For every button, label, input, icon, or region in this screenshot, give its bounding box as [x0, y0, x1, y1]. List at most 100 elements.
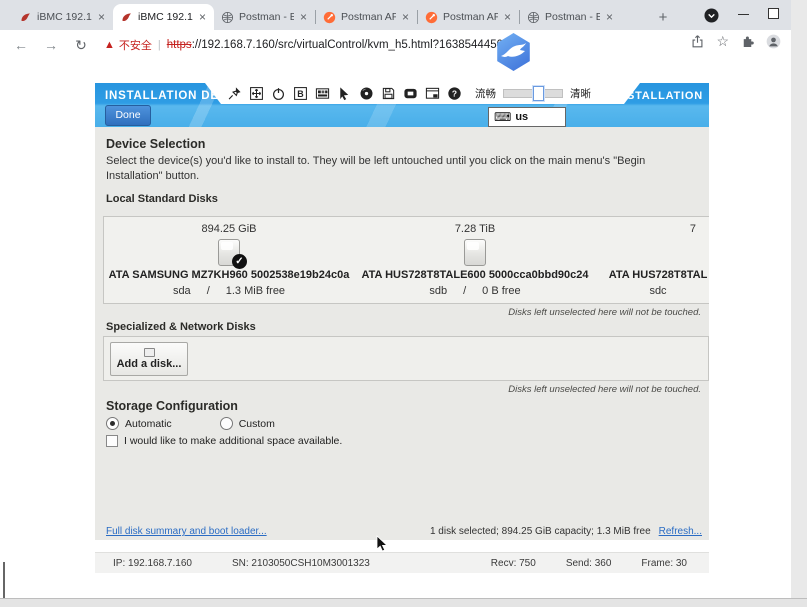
postman-icon: [425, 11, 438, 24]
tab-close-icon[interactable]: ×: [97, 10, 106, 24]
ibmc-icon: [19, 11, 32, 24]
tab-title: Postman API Platfo: [443, 11, 498, 23]
tab-postman-api-1[interactable]: Postman API Platfo ×: [316, 4, 417, 30]
done-button[interactable]: Done: [105, 105, 151, 126]
quality-slider[interactable]: [503, 89, 563, 98]
disk-dev: sda: [173, 285, 191, 297]
cd-rom-icon[interactable]: [359, 86, 374, 101]
tab-title: iBMC 192.168.7.16: [37, 11, 92, 23]
svg-text:?: ?: [452, 89, 457, 99]
selection-summary: 1 disk selected; 894.25 GiB capacity; 1.…: [430, 526, 651, 537]
selected-check-icon: [232, 254, 247, 269]
keyboard-b-icon[interactable]: B: [293, 86, 308, 101]
status-ip: IP: 192.168.7.160: [113, 558, 192, 569]
tab-close-icon[interactable]: ×: [198, 10, 207, 24]
tab-postman-browse-1[interactable]: Postman - Browse ×: [214, 4, 315, 30]
new-tab-button[interactable]: +: [652, 7, 674, 29]
disk-icon: [218, 239, 240, 266]
disk-item-sdb[interactable]: 7.28 TiB ATA HUS728T8TALE600 5000cca0bbd…: [352, 217, 598, 303]
help-icon[interactable]: ?: [447, 86, 462, 101]
tab-close-icon[interactable]: ×: [401, 10, 410, 24]
window-right-strip: [791, 0, 807, 607]
unselected-note: Disks left unselected here will not be t…: [103, 384, 701, 395]
minimize-button[interactable]: [738, 14, 749, 15]
screen-record-icon[interactable]: [403, 86, 418, 101]
radio-custom[interactable]: Custom: [220, 417, 275, 430]
pin-icon[interactable]: [227, 86, 242, 101]
installer-title-right: STALLATION: [627, 90, 703, 102]
refresh-link[interactable]: Refresh...: [659, 526, 702, 537]
network-disks-panel: Add a disk...: [103, 336, 709, 381]
disk-item-sda[interactable]: 894.25 GiB ATA SAMSUNG MZ7KH960 5002538e…: [106, 217, 352, 303]
fullscreen-icon[interactable]: [249, 86, 264, 101]
add-disk-button[interactable]: Add a disk...: [110, 342, 188, 376]
local-disks-panel: 894.25 GiB ATA SAMSUNG MZ7KH960 5002538e…: [103, 216, 709, 304]
disk-name: ATA SAMSUNG MZ7KH960 5002538e19b24c0a: [109, 269, 350, 281]
disk-item-sdc-clipped[interactable]: 7 ATA HUS728T8TAL sdc: [598, 217, 709, 303]
tab-close-icon[interactable]: ×: [605, 10, 614, 24]
keyboard-icon: ⌨: [494, 110, 511, 124]
disk-dev: sdc: [649, 285, 666, 297]
full-disk-summary-link[interactable]: Full disk summary and boot loader...: [106, 526, 267, 537]
disk-name: ATA HUS728T8TALE600 5000cca0bbd90c24: [361, 269, 588, 281]
floppy-icon[interactable]: [381, 86, 396, 101]
video-quality-slider-group: 流畅 清晰: [475, 86, 591, 101]
network-disks-header: Specialized & Network Disks: [106, 321, 256, 333]
power-icon[interactable]: [271, 86, 286, 101]
keyboard-layout-indicator[interactable]: ⌨ us: [488, 107, 566, 127]
screenshot-icon[interactable]: [425, 86, 440, 101]
address-bar[interactable]: https://192.168.7.160/src/virtualControl…: [167, 39, 522, 51]
radio-selected-icon[interactable]: [106, 417, 119, 430]
radio-automatic[interactable]: Automatic: [106, 417, 172, 430]
tab-postman-api-2[interactable]: Postman API Platfo ×: [418, 4, 519, 30]
mouse-settings-icon[interactable]: [337, 86, 352, 101]
disk-size: 7: [690, 223, 696, 237]
slider-handle[interactable]: [533, 86, 544, 101]
tab-close-icon[interactable]: ×: [503, 10, 512, 24]
window-bottom-strip: [0, 598, 807, 607]
disk-sep: /: [463, 285, 466, 297]
bookmark-star-icon[interactable]: ☆: [716, 34, 729, 49]
tab-ibmc-2-active[interactable]: iBMC 192.168.7.16 ×: [113, 4, 214, 30]
url-text: ://192.168.7.160/src/virtualControl/kvm_…: [192, 39, 523, 51]
maximize-button[interactable]: [768, 8, 779, 19]
radio-unselected-icon[interactable]: [220, 417, 233, 430]
extensions-puzzle-icon[interactable]: [740, 34, 755, 49]
soft-keyboard-icon[interactable]: [315, 86, 330, 101]
reload-icon[interactable]: ↻: [72, 37, 90, 54]
profile-avatar[interactable]: [766, 34, 781, 49]
tab-ibmc-1[interactable]: iBMC 192.168.7.16 ×: [12, 4, 113, 30]
status-send: Send: 360: [566, 558, 612, 569]
installer-footer-row: Full disk summary and boot loader... 1 d…: [106, 526, 702, 537]
disk-icon: [464, 239, 486, 266]
radio-automatic-label: Automatic: [125, 418, 172, 430]
back-icon[interactable]: ←: [12, 37, 30, 53]
tab-close-icon[interactable]: ×: [299, 10, 308, 24]
checkbox-icon[interactable]: [106, 435, 118, 447]
tab-title: Postman API Platfo: [341, 11, 396, 23]
forward-icon[interactable]: →: [42, 37, 60, 53]
update-badge-icon[interactable]: [704, 8, 719, 23]
tab-strip: iBMC 192.168.7.16 × iBMC 192.168.7.16 × …: [0, 0, 807, 30]
additional-space-checkbox-row[interactable]: I would like to make additional space av…: [106, 435, 342, 447]
security-chip[interactable]: ▲ 不安全 |: [104, 37, 167, 53]
tab-title: iBMC 192.168.7.16: [138, 11, 193, 23]
disk-size: 894.25 GiB: [201, 223, 256, 237]
browser-window: iBMC 192.168.7.16 × iBMC 192.168.7.16 × …: [0, 0, 807, 607]
disk-details: sda / 1.3 MiB free: [173, 285, 285, 297]
tab-title: Postman - Browse: [545, 11, 600, 23]
globe-icon: [221, 11, 234, 24]
disk-name: ATA HUS728T8TAL: [609, 269, 708, 281]
checkbox-label: I would like to make additional space av…: [124, 435, 342, 447]
unselected-note: Disks left unselected here will not be t…: [103, 307, 701, 318]
mouse-cursor: [376, 535, 388, 553]
kvm-remote-screen: INSTALLATION DESTINATION STALLATION Done…: [95, 83, 709, 573]
device-selection-intro: Select the device(s) you'd like to insta…: [106, 154, 702, 184]
status-frame: Frame: 30: [641, 558, 687, 569]
disk-free: 1.3 MiB free: [226, 285, 285, 297]
slider-smooth-label: 流畅: [475, 86, 496, 101]
status-recv: Recv: 750: [491, 558, 536, 569]
tab-postman-browse-2[interactable]: Postman - Browse ×: [520, 4, 621, 30]
share-icon[interactable]: [690, 34, 705, 49]
kvm-status-bar: IP: 192.168.7.160 SN: 2103050CSH10M30013…: [95, 552, 709, 573]
